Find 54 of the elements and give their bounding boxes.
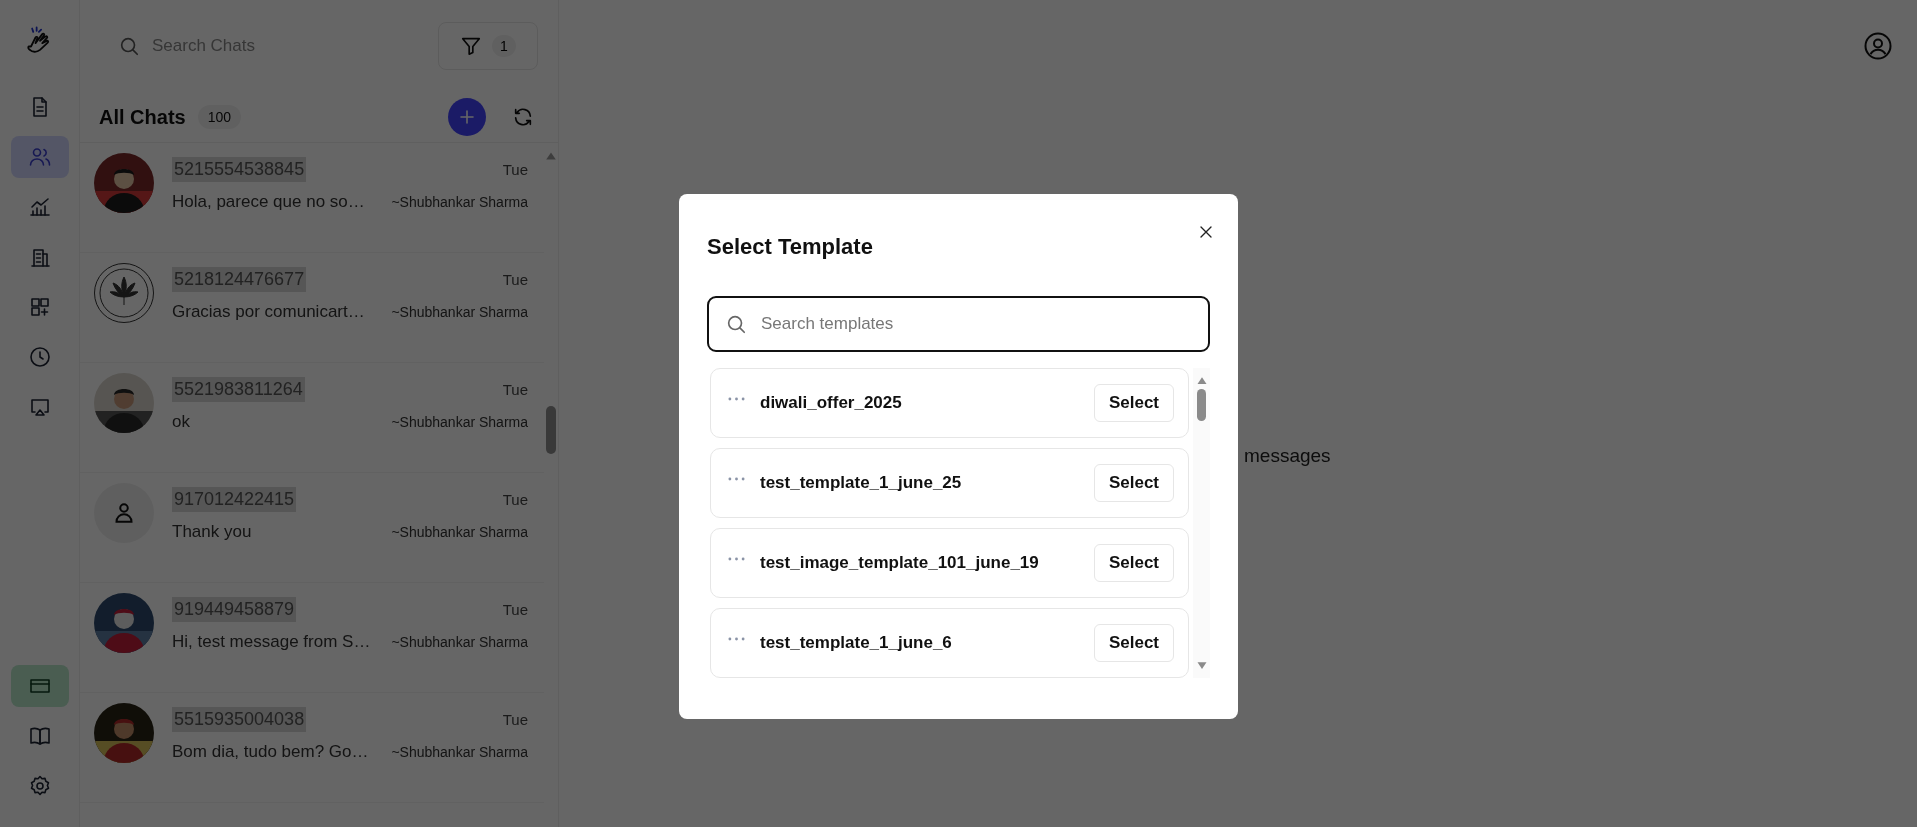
clock-icon bbox=[27, 345, 52, 369]
message-author: ~Shubhankar Sharma bbox=[391, 414, 528, 430]
chat-time: Tue bbox=[502, 601, 528, 618]
chart-icon bbox=[27, 195, 52, 219]
search-icon bbox=[725, 313, 747, 335]
new-chat-button[interactable] bbox=[448, 98, 486, 136]
message-author: ~Shubhankar Sharma bbox=[391, 304, 528, 320]
chat-time: Tue bbox=[502, 161, 528, 178]
filter-button[interactable]: 1 bbox=[438, 22, 538, 70]
search-icon bbox=[118, 35, 140, 57]
scroll-up-icon[interactable] bbox=[545, 151, 557, 161]
message-author: ~Shubhankar Sharma bbox=[391, 194, 528, 210]
list-title: All Chats bbox=[99, 105, 186, 129]
select-button[interactable]: Select bbox=[1093, 544, 1174, 582]
leaf-logo-icon bbox=[94, 263, 154, 323]
chat-time: Tue bbox=[502, 271, 528, 288]
select-button[interactable]: Select bbox=[1093, 624, 1174, 662]
filter-icon bbox=[460, 35, 483, 57]
select-button[interactable]: Select bbox=[1093, 464, 1174, 502]
message-preview: ok bbox=[172, 412, 190, 432]
chat-time: Tue bbox=[502, 381, 528, 398]
users-icon bbox=[27, 145, 52, 169]
scrollbar-thumb[interactable] bbox=[546, 406, 556, 454]
filter-count: 1 bbox=[492, 35, 516, 57]
refresh-icon[interactable] bbox=[512, 106, 534, 128]
message-preview: Hi, test message from S… bbox=[172, 632, 371, 652]
chat-count: 100 bbox=[197, 105, 242, 129]
template-name: test_image_template_101_june_19 bbox=[760, 553, 1040, 573]
scroll-down-icon[interactable] bbox=[1195, 661, 1208, 670]
message-author: ~Shubhankar Sharma bbox=[391, 634, 528, 650]
template-search-field[interactable]: Search templates bbox=[707, 296, 1210, 352]
template-name: diwali_offer_2025 bbox=[760, 393, 903, 413]
message-author: ~Shubhankar Sharma bbox=[391, 524, 528, 540]
message-author: ~Shubhankar Sharma bbox=[391, 744, 528, 760]
template-name: test_template_1_june_6 bbox=[760, 633, 953, 653]
message-preview: Gracias por comunicart… bbox=[172, 302, 365, 322]
template-name: test_template_1_june_25 bbox=[760, 473, 963, 493]
empty-state-text: messages bbox=[1244, 445, 1331, 466]
users-nav-button[interactable] bbox=[10, 136, 69, 178]
message-preview: Bom dia, tudo bem? Go… bbox=[172, 742, 369, 762]
scroll-up-icon[interactable] bbox=[1195, 376, 1208, 385]
dialog-title: Select Template bbox=[707, 234, 873, 260]
chat-time: Tue bbox=[502, 491, 528, 508]
message-preview: Thank you bbox=[172, 522, 252, 542]
scrollbar-thumb[interactable] bbox=[1197, 389, 1206, 421]
more-icon[interactable] bbox=[728, 397, 745, 401]
card-nav-button[interactable] bbox=[10, 665, 69, 707]
more-icon[interactable] bbox=[728, 557, 745, 561]
more-icon[interactable] bbox=[728, 477, 745, 481]
chat-time: Tue bbox=[502, 711, 528, 728]
select-button[interactable]: Select bbox=[1093, 384, 1174, 422]
profile-icon[interactable] bbox=[1863, 31, 1893, 61]
message-preview: Hola, parece que no so… bbox=[172, 192, 365, 212]
more-icon[interactable] bbox=[728, 637, 745, 641]
